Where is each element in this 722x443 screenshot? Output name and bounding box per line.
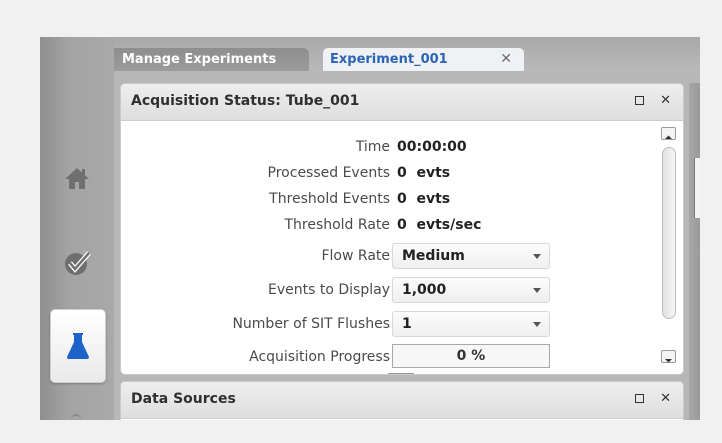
chevron-down-icon — [533, 254, 541, 259]
data-sources-panel: Data Sources ✕ — [120, 381, 684, 420]
sidebar-item-experiment[interactable] — [50, 309, 106, 383]
sit-flushes-select[interactable]: 1 — [392, 311, 550, 337]
time-value: 00:00:00 — [397, 134, 467, 160]
sit-flushes-label: Number of SIT Flushes — [232, 311, 390, 337]
events-to-display-select[interactable]: 1,000 — [392, 277, 550, 303]
time-label: Time — [356, 134, 390, 160]
threshold-events-label: Threshold Events — [269, 186, 390, 212]
acquisition-progress-label: Acquisition Progress — [249, 344, 390, 370]
events-to-display-label: Events to Display — [268, 277, 390, 303]
maximize-icon[interactable] — [625, 391, 646, 406]
threshold-rate-value: 0 evts/sec — [397, 212, 481, 238]
flask-icon — [66, 332, 90, 360]
sit-flushes-row: Number of SIT Flushes 1 — [121, 311, 661, 337]
scrollbar-thumb[interactable] — [662, 147, 676, 319]
processed-events-row: Processed Events 0 evts — [121, 160, 661, 186]
sidebar-item-check[interactable] — [50, 227, 104, 299]
scroll-up-button[interactable] — [661, 127, 676, 140]
panel-title: Acquisition Status: Tube_001 — [131, 93, 359, 109]
chevron-down-icon — [533, 322, 541, 327]
acquisition-progress-bar: 0 % — [392, 344, 550, 368]
flow-rate-select[interactable]: Medium — [392, 243, 550, 269]
tab-label: Experiment_001 — [330, 52, 448, 67]
home-icon — [64, 166, 90, 190]
close-tab-icon[interactable]: ✕ — [500, 48, 512, 71]
panel-header: Data Sources ✕ — [121, 382, 683, 419]
sit-flushes-value: 1 — [402, 316, 412, 332]
maximize-icon[interactable] — [625, 93, 646, 108]
sidebar-partial-icon — [71, 414, 81, 420]
acquisition-status-panel: Acquisition Status: Tube_001 ✕ Time 00:0… — [120, 83, 684, 375]
resize-grip[interactable] — [388, 373, 414, 374]
chevron-down-icon — [533, 288, 541, 293]
panel-title: Data Sources — [131, 391, 236, 407]
close-panel-icon[interactable]: ✕ — [660, 93, 671, 108]
threshold-rate-row: Threshold Rate 0 evts/sec — [121, 212, 661, 238]
tab-bar: Manage Experiments Experiment_001 ✕ — [114, 37, 700, 71]
sidebar-item-home[interactable] — [50, 142, 104, 214]
tab-experiment-001[interactable]: Experiment_001 ✕ — [323, 48, 524, 71]
flow-rate-value: Medium — [402, 248, 465, 264]
panel-header: Acquisition Status: Tube_001 ✕ — [121, 84, 683, 121]
threshold-events-value: 0 evts — [397, 186, 450, 212]
threshold-rate-label: Threshold Rate — [284, 212, 390, 238]
tab-manage-experiments[interactable]: Manage Experiments — [114, 48, 309, 71]
sidebar — [40, 37, 114, 420]
events-to-display-value: 1,000 — [402, 282, 446, 298]
app-window: Manage Experiments Experiment_001 ✕ Acqu… — [40, 37, 700, 420]
flow-rate-label: Flow Rate — [321, 243, 390, 269]
checkmark-badge-icon — [63, 249, 91, 277]
scroll-down-button[interactable] — [661, 350, 676, 363]
processed-events-label: Processed Events — [268, 160, 390, 186]
flow-rate-row: Flow Rate Medium — [121, 243, 661, 269]
vertical-scrollbar[interactable] — [659, 127, 679, 372]
adjacent-panel-edge — [689, 83, 700, 420]
events-to-display-row: Events to Display 1,000 — [121, 277, 661, 303]
close-panel-icon[interactable]: ✕ — [660, 391, 671, 406]
threshold-events-row: Threshold Events 0 evts — [121, 186, 661, 212]
tab-label: Manage Experiments — [122, 52, 276, 67]
acquisition-progress-value: 0 % — [457, 348, 486, 364]
time-row: Time 00:00:00 — [121, 134, 661, 160]
acquisition-progress-row: Acquisition Progress 0 % — [121, 344, 661, 370]
processed-events-value: 0 evts — [397, 160, 450, 186]
